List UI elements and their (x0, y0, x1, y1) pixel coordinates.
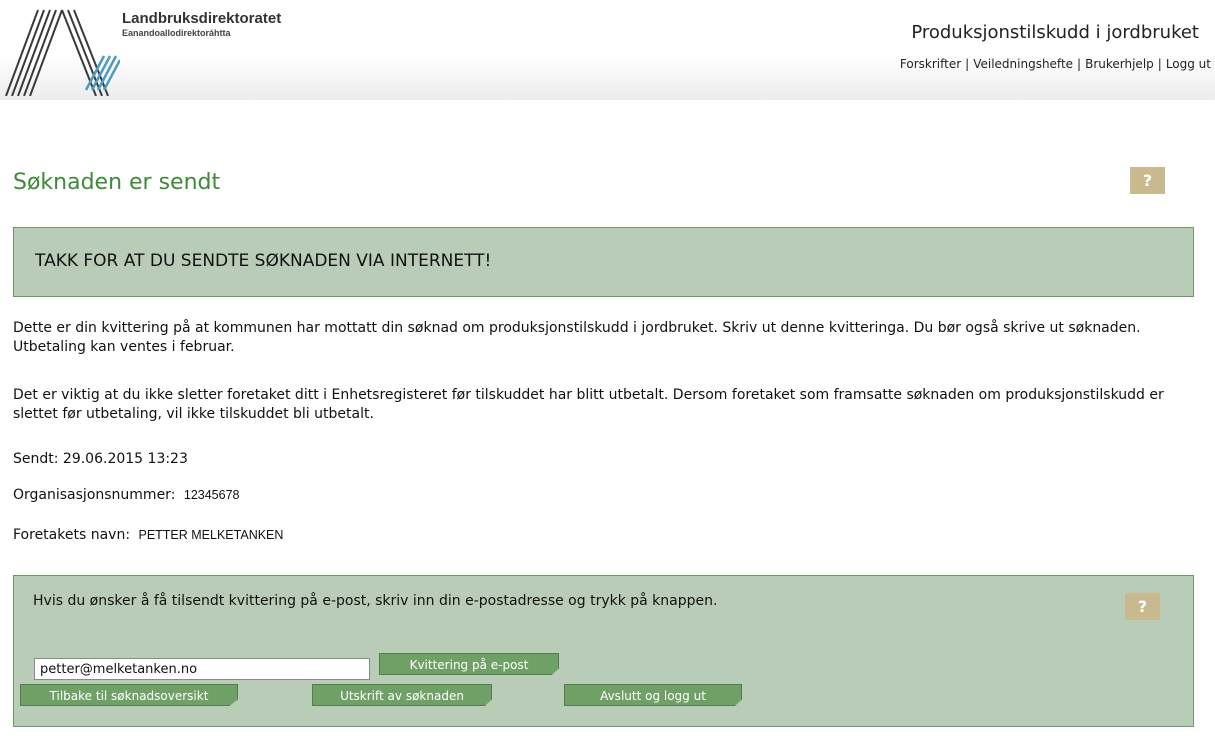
page-header: Landbruksdirektoratet Eanandoallodirekto… (0, 0, 1215, 100)
email-help-button[interactable]: ? (1125, 593, 1160, 620)
page-title: Søknaden er sendt (13, 170, 221, 195)
nav-separator: | (1157, 57, 1162, 71)
landbruksdirektoratet-logo-icon (5, 9, 120, 96)
email-instructions: Hvis du ønsker å få tilsendt kvittering … (33, 593, 718, 609)
nav-link-veiledningshefte[interactable]: Veiledningshefte (973, 57, 1073, 71)
sent-line: Sendt: 29.06.2015 13:23 (13, 451, 188, 467)
confirmation-banner: TAKK FOR AT DU SENDTE SØKNADEN VIA INTER… (13, 227, 1194, 297)
org-subtitle: Eanandoallodirektoráhtta (122, 28, 231, 38)
receipt-paragraph: Dette er din kvittering på at kommunen h… (13, 320, 1141, 355)
nav-link-logg-ut[interactable]: Logg ut (1166, 57, 1211, 71)
help-button[interactable]: ? (1130, 167, 1165, 194)
org-number-line: Organisasjonsnummer: 12345678 (13, 487, 240, 503)
org-number-label: Organisasjonsnummer: (13, 487, 176, 503)
banner-text: TAKK FOR AT DU SENDTE SØKNADEN VIA INTER… (35, 251, 492, 271)
send-receipt-email-button[interactable]: Kvittering på e-post (379, 653, 559, 675)
nav-link-forskrifter[interactable]: Forskrifter (900, 57, 961, 71)
nav-link-brukerhjelp[interactable]: Brukerhjelp (1085, 57, 1154, 71)
back-to-overview-button[interactable]: Tilbake til søknadsoversikt (20, 684, 238, 706)
warning-paragraph: Det er viktig at du ikke sletter foretak… (13, 387, 1164, 422)
nav-separator: | (965, 57, 970, 71)
app-title: Produksjonstilskudd i jordbruket (911, 22, 1199, 43)
nav-separator: | (1077, 57, 1082, 71)
company-name-value: PETTER MELKETANKEN (138, 528, 284, 542)
exit-and-logout-button[interactable]: Avslutt og logg ut (564, 684, 742, 706)
sent-value: 29.06.2015 13:23 (62, 451, 188, 467)
top-nav: Forskrifter | Veiledningshefte | Brukerhjelp… (900, 57, 1211, 71)
email-input[interactable] (34, 658, 370, 680)
email-receipt-panel: Hvis du ønsker å få tilsendt kvittering … (13, 575, 1194, 727)
sent-label: Sendt: (13, 451, 59, 467)
org-name: Landbruksdirektoratet (122, 10, 282, 27)
org-number-value: 12345678 (183, 488, 240, 502)
print-application-button[interactable]: Utskrift av søknaden (312, 684, 492, 706)
company-name-label: Foretakets navn: (13, 527, 131, 543)
company-name-line: Foretakets navn: PETTER MELKETANKEN (13, 527, 283, 543)
